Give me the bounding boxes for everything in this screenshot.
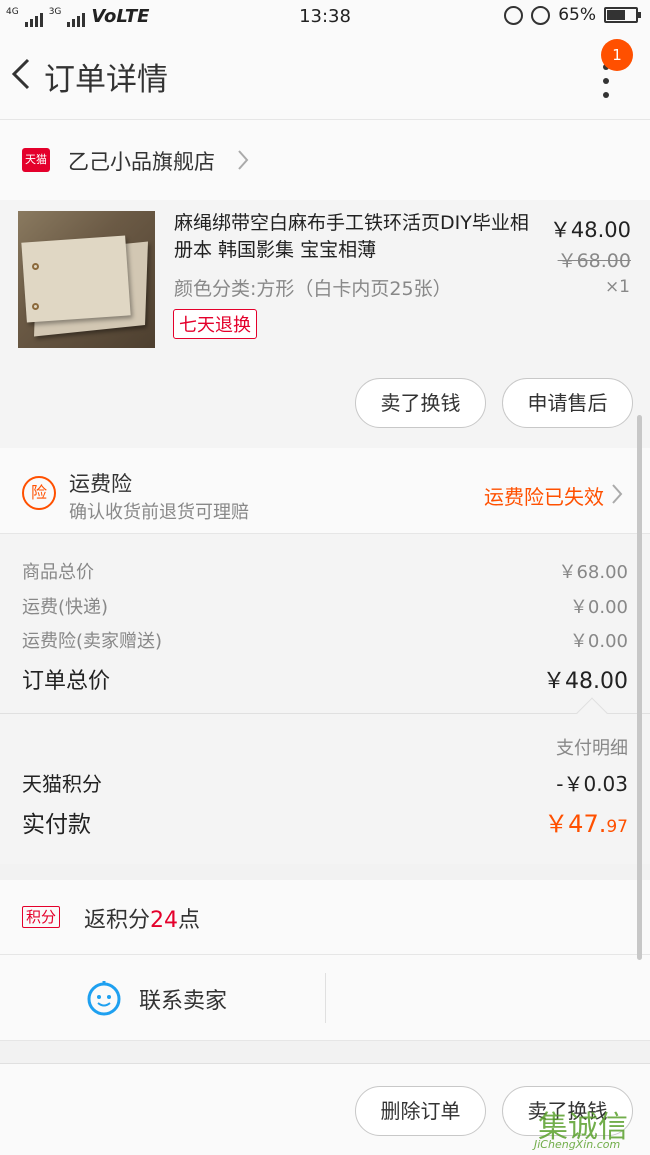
delete-order-button[interactable]: 删除订单 — [355, 1086, 486, 1136]
tmall-logo-icon: 天猫 — [22, 148, 50, 172]
points-prefix: 返积分 — [84, 908, 151, 933]
product-name[interactable]: 麻绳绑带空白麻布手工铁环活页DIY毕业相册本 韩国影集 宝宝相薄 — [174, 210, 536, 264]
goods-total-label: 商品总价 — [22, 562, 94, 583]
chat-face-icon[interactable] — [86, 980, 122, 1016]
insurance-title: 运费险 — [69, 472, 132, 496]
insurance-fee-value: ￥0.00 — [569, 631, 628, 652]
status-right: 65% — [504, 5, 641, 25]
shipping-fee-label: 运费(快递) — [22, 597, 109, 618]
after-sale-button[interactable]: 申请售后 — [502, 378, 633, 428]
album-ring — [32, 303, 39, 310]
shop-row[interactable]: 天猫 乙己小品旗舰店 — [0, 120, 650, 200]
points-number: 24 — [150, 908, 179, 933]
notification-badge: 1 — [601, 39, 633, 71]
tmall-points-row: 天猫积分 -￥0.03 — [22, 768, 628, 797]
product-quantity: ×1 — [604, 277, 630, 297]
battery-icon — [604, 7, 641, 23]
product-card: 麻绳绑带空白麻布手工铁环活页DIY毕业相册本 韩国影集 宝宝相薄 颜色分类:方形… — [0, 200, 650, 448]
insurance-icon: 险 — [22, 476, 56, 510]
shop-name[interactable]: 乙己小品旗舰店 — [68, 146, 215, 176]
chevron-right-icon — [612, 484, 623, 504]
order-total-value: ￥48.00 — [543, 669, 628, 694]
product-original-price: ￥68.00 — [557, 250, 631, 272]
shipping-insurance-row[interactable]: 险 运费险 确认收货前退货可理赔 运费险已失效 — [0, 448, 650, 534]
paid-amount-row: 实付款 ￥47.97 — [22, 804, 628, 839]
nav-bar: 订单详情 1 — [0, 34, 650, 120]
album-ring — [32, 263, 39, 270]
status-bar: 4G 3G VoLTE 13:38 65% — [0, 0, 650, 34]
divider — [325, 973, 326, 1023]
battery-percent: 65% — [558, 5, 596, 25]
product-image[interactable] — [18, 211, 155, 348]
points-return-text: 返积分24点 — [84, 902, 200, 934]
shipping-fee-row: 运费(快递) ￥0.00 — [22, 593, 628, 619]
shipping-fee-value: ￥0.00 — [569, 597, 628, 618]
product-price: ￥48.00 — [549, 218, 631, 242]
alarm-icon — [531, 5, 551, 25]
goods-total-value: ￥68.00 — [558, 562, 628, 583]
insurance-description: 确认收货前退货可理赔 — [69, 502, 249, 523]
back-arrow-icon[interactable] — [8, 54, 36, 94]
chevron-right-icon — [238, 150, 249, 170]
sell-button[interactable]: 卖了换钱 — [355, 378, 486, 428]
contact-bar: 联系卖家 — [0, 955, 650, 1041]
payment-detail-link[interactable]: 支付明细 — [556, 734, 628, 760]
page-title: 订单详情 — [44, 62, 168, 98]
order-total-label: 订单总价 — [22, 669, 111, 694]
battery-fill — [607, 10, 625, 20]
goods-total-row: 商品总价 ￥68.00 — [22, 558, 628, 584]
lock-rotation-icon — [504, 5, 524, 25]
points-return-row: 积分 返积分24点 — [0, 880, 650, 955]
product-sku: 颜色分类:方形（白卡内页25张） — [174, 278, 452, 300]
order-total-row: 订单总价 ￥48.00 — [22, 663, 628, 695]
album-front — [21, 235, 131, 323]
paid-amount: ￥47.97 — [544, 804, 628, 839]
tmall-points-label: 天猫积分 — [22, 772, 102, 796]
insurance-fee-row: 运费险(卖家赠送) ￥0.00 — [22, 627, 628, 653]
insurance-status: 运费险已失效 — [484, 485, 604, 509]
points-icon: 积分 — [22, 906, 61, 928]
payment-section: 支付明细 天猫积分 -￥0.03 实付款 ￥47.97 — [0, 697, 650, 864]
return-policy-tag: 七天退换 — [173, 309, 257, 339]
paid-amount-integer: ￥47. — [544, 810, 607, 838]
watermark-logo: 集诚信 JiChengXin.com — [530, 1100, 650, 1155]
points-suffix: 点 — [178, 908, 201, 933]
price-breakdown: 商品总价 ￥68.00 运费(快递) ￥0.00 运费险(卖家赠送) ￥0.00… — [0, 534, 650, 714]
insurance-fee-label: 运费险(卖家赠送) — [22, 631, 163, 652]
watermark-english: JiChengXin.com — [534, 1138, 621, 1151]
contact-seller-button[interactable]: 联系卖家 — [139, 983, 227, 1015]
paid-label: 实付款 — [22, 812, 91, 838]
paid-amount-decimal: 97 — [606, 817, 628, 837]
scrollbar[interactable] — [637, 415, 642, 960]
tmall-points-value: -￥0.03 — [556, 772, 628, 796]
